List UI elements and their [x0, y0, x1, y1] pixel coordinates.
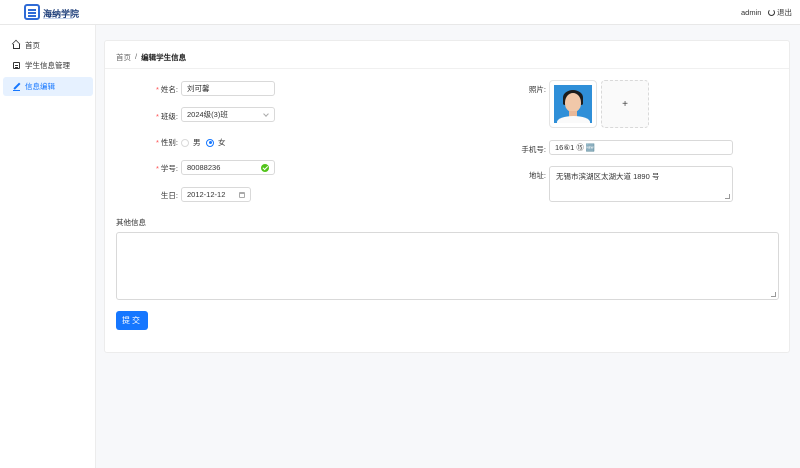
brand-underline — [43, 18, 73, 19]
gender-radio-male[interactable]: 男 — [181, 137, 201, 148]
sidebar-item-student-management[interactable]: 学生信息管理 — [3, 56, 93, 75]
student-id-label: * 学号: — [155, 164, 178, 173]
class-label: * 班级: — [155, 112, 178, 121]
address-textarea[interactable]: 无锡市滨湖区太湖大道 1890 号 — [549, 166, 733, 202]
gender-male-label: 男 — [193, 138, 201, 147]
photo-upload-button[interactable]: + — [601, 80, 649, 128]
photo-label: 照片: — [528, 85, 546, 94]
phone-label: 手机号: — [521, 145, 546, 154]
photo-portrait — [554, 85, 592, 123]
class-select[interactable]: 2024级(3)班 — [181, 107, 275, 122]
current-user[interactable]: admin — [741, 8, 761, 17]
address-value: 无锡市滨湖区太湖大道 1890 号 — [556, 172, 660, 181]
breadcrumb-home[interactable]: 首页 — [116, 52, 131, 63]
chevron-down-icon — [263, 111, 269, 117]
sidebar-item-edit[interactable]: 信息编辑 — [3, 77, 93, 96]
other-info-textarea[interactable] — [116, 232, 779, 300]
sidebar-item-label: 首页 — [25, 41, 40, 50]
radio-circle-selected[interactable] — [206, 138, 214, 147]
student-id-value: 80088236 — [187, 163, 221, 172]
check-circle-icon — [261, 164, 269, 172]
sidebar-item-label: 学生信息管理 — [25, 61, 70, 70]
student-photo[interactable] — [549, 80, 597, 128]
gender-female-label: 女 — [218, 138, 226, 147]
plus-icon: + — [622, 98, 628, 110]
birthday-label: 生日: — [160, 191, 178, 200]
logout-label: 退出 — [777, 8, 792, 17]
sidebar: 首页 学生信息管理 信息编辑 — [0, 25, 96, 468]
student-id-input[interactable]: 80088236 — [181, 160, 275, 175]
edit-icon — [13, 83, 20, 91]
address-label: 地址: — [528, 171, 546, 180]
sidebar-item-label: 信息编辑 — [25, 82, 55, 91]
gender-label: * 性别: — [155, 138, 178, 147]
name-input[interactable]: 刘可馨 — [181, 81, 275, 96]
resize-handle[interactable] — [725, 194, 730, 199]
calendar-icon — [239, 192, 245, 198]
radio-circle[interactable] — [181, 138, 189, 147]
breadcrumb-current: 编辑学生信息 — [141, 53, 187, 62]
name-label: * 姓名: — [155, 85, 178, 94]
power-icon — [768, 9, 775, 16]
breadcrumb-separator: / — [135, 52, 138, 61]
phone-input[interactable]: 16⑥1 ⑮ 🆕 — [549, 140, 733, 155]
class-value: 2024级(3)班 — [187, 110, 228, 119]
birthday-value: 2012-12-12 — [187, 190, 226, 199]
logo-icon — [24, 4, 40, 20]
breadcrumb: 首页 / 编辑学生信息 — [116, 52, 186, 63]
gender-radio-female[interactable]: 女 — [206, 137, 226, 148]
birthday-datepicker[interactable]: 2012-12-12 — [181, 187, 251, 202]
sidebar-item-home[interactable]: 首页 — [3, 36, 93, 55]
divider — [105, 68, 789, 69]
resize-handle[interactable] — [771, 292, 776, 297]
logout-button[interactable]: 退出 — [768, 7, 792, 18]
top-bar: 海纳学院 admin 退出 — [0, 0, 800, 25]
document-icon — [13, 62, 20, 69]
other-info-label: 其他信息 — [116, 218, 146, 227]
submit-button[interactable]: 提交 — [116, 311, 148, 330]
home-icon — [13, 44, 20, 49]
